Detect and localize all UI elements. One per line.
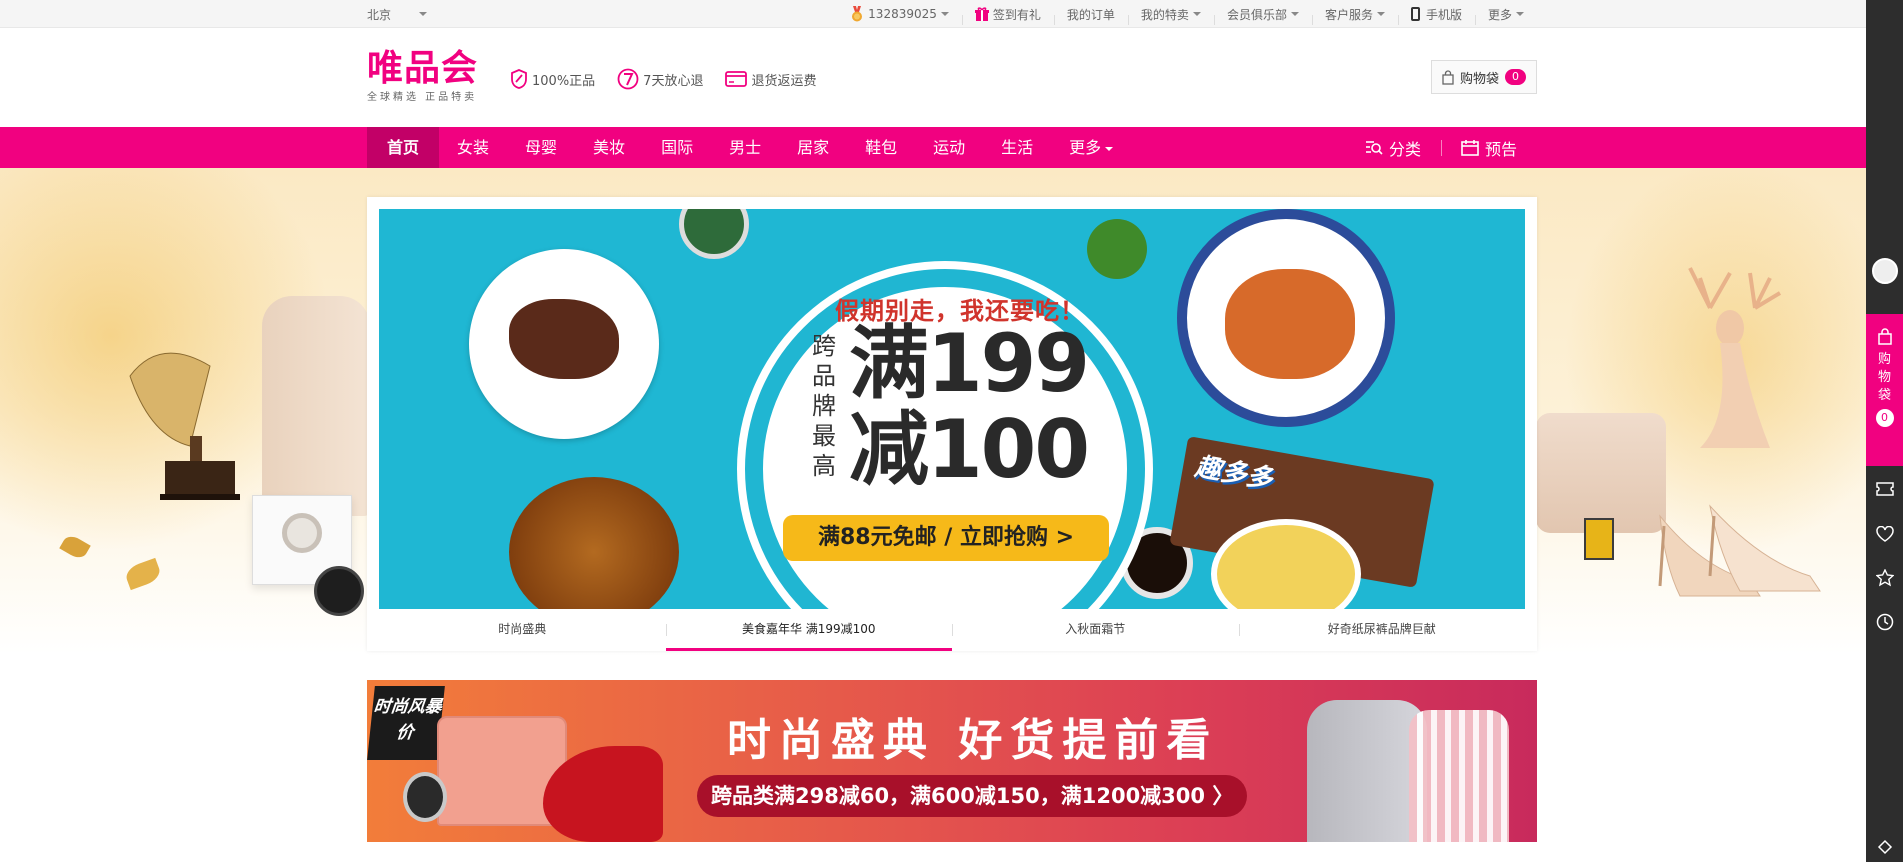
card-icon: [725, 71, 748, 87]
cart-count-badge: 0: [1505, 69, 1526, 85]
more-link[interactable]: 更多: [1474, 6, 1537, 25]
fashion-banner[interactable]: 时尚风暴价 时尚盛典 好货提前看 跨品类满298减60，满600减150，满12…: [367, 680, 1537, 842]
preview-button[interactable]: 预告: [1440, 136, 1537, 160]
mobile-version-link[interactable]: 手机版: [1397, 6, 1475, 25]
crab-image: [1225, 269, 1355, 379]
sidebar-cart-count: 0: [1875, 409, 1894, 427]
nav-item-sports[interactable]: 运动: [915, 127, 983, 168]
my-orders-link[interactable]: 我的订单: [1053, 6, 1128, 25]
sidebar-cart-button[interactable]: 购物袋 0: [1866, 314, 1903, 466]
carousel-tab[interactable]: 入秋面霜节: [952, 609, 1239, 651]
shopping-bag-label: 购物袋: [1459, 71, 1499, 87]
steak-image: [509, 299, 619, 379]
nav-item-men[interactable]: 男士: [711, 127, 779, 168]
badge-7-day-return[interactable]: 7天放心退: [617, 68, 703, 90]
nav-item-baby[interactable]: 母婴: [507, 127, 575, 168]
right-sidebar: 购物袋 0: [1866, 0, 1903, 862]
shopping-bag-icon: [1442, 69, 1454, 85]
watch-image: [403, 772, 447, 822]
hero-banner[interactable]: 趣多多 假期别走，我还要吃！ 跨品牌最高 满199 减100 满88元免邮 / …: [379, 209, 1525, 609]
gramophone-image: [129, 352, 240, 500]
badge-return-shipping[interactable]: 退货返运费: [725, 68, 816, 90]
star-icon[interactable]: [1874, 567, 1896, 589]
broccoli-image: [1087, 219, 1147, 279]
seven-days-icon: [617, 68, 639, 90]
nav-item-women[interactable]: 女装: [439, 127, 507, 168]
chevron-down-icon: [940, 12, 949, 16]
phone-icon: [1410, 7, 1420, 21]
perfume-image: [1584, 518, 1614, 560]
shopping-bag-button[interactable]: 购物袋 0: [1431, 60, 1537, 94]
city-selector[interactable]: 北京: [367, 6, 428, 23]
carousel-tab[interactable]: 美食嘉年华 满199减100: [665, 609, 953, 651]
chevron-down-icon: [1105, 146, 1114, 151]
banner-cta-button[interactable]: 满88元免邮 / 立即抢购 >: [783, 515, 1109, 561]
banner-line-1: 满199: [849, 317, 1090, 410]
banner-line-2: 减100: [849, 403, 1090, 496]
nav-item-home[interactable]: 首页: [367, 127, 440, 168]
city-label: 北京: [367, 7, 392, 22]
carousel-tab[interactable]: 时尚盛典: [379, 609, 666, 651]
site-logo[interactable]: 唯品会 全球精选 正品特卖: [367, 48, 478, 103]
medal-icon: [852, 6, 863, 22]
category-search-icon: [1365, 140, 1383, 155]
my-sales-link[interactable]: 我的特卖: [1127, 6, 1214, 25]
chevron-down-icon: [1192, 12, 1201, 16]
cognac-bottle-image: [509, 477, 679, 609]
chevron-down-icon: [1290, 12, 1299, 16]
logo-slogan: 全球精选 正品特卖: [367, 92, 478, 103]
avatar[interactable]: [1872, 258, 1898, 284]
snack-brand-label: 趣多多: [1192, 452, 1275, 496]
carousel-tabs: 时尚盛典 美食嘉年华 满199减100 入秋面霜节 好奇纸尿裤品牌巨献: [379, 609, 1525, 651]
nav-item-beauty[interactable]: 美妆: [575, 127, 643, 168]
ticket-icon[interactable]: [1874, 478, 1896, 500]
compact-image: [314, 566, 364, 616]
chevron-down-icon: [1376, 12, 1385, 16]
chevron-down-icon: [1516, 12, 1524, 16]
customer-service-link[interactable]: 客户服务: [1311, 6, 1398, 25]
nav-item-international[interactable]: 国际: [643, 127, 711, 168]
chevron-down-icon: [419, 12, 428, 16]
site-header: 唯品会 全球精选 正品特卖 100%正品 7天放心退 退货返运费 购物袋 0: [0, 28, 1866, 127]
nav-item-home-living[interactable]: 居家: [779, 127, 847, 168]
shield-icon: [511, 69, 527, 89]
watch-image: [282, 513, 322, 553]
heart-icon[interactable]: [1874, 523, 1896, 545]
badge-genuine[interactable]: 100%正品: [510, 68, 595, 90]
nav-item-more[interactable]: 更多: [1051, 127, 1131, 168]
carousel-tab[interactable]: 好奇纸尿裤品牌巨献: [1238, 609, 1526, 651]
fashion-banner-title: 时尚盛典 好货提前看: [727, 715, 1219, 766]
gift-icon: [974, 7, 989, 21]
history-icon[interactable]: [1874, 611, 1896, 633]
checkin-gift-link[interactable]: 签到有礼: [961, 6, 1054, 25]
hero-carousel: 趣多多 假期别走，我还要吃！ 跨品牌最高 满199 减100 满88元免邮 / …: [367, 197, 1537, 651]
top-bar: 北京 132839025 签到有礼 我的订单 我的特卖 会员俱乐部 客户服务 手…: [0, 0, 1866, 28]
sidebar-cart-label: 购物袋: [1877, 352, 1891, 403]
category-button[interactable]: 分类: [1345, 136, 1441, 160]
logo-text: 唯品会: [367, 48, 479, 89]
shopping-bag-icon: [1877, 328, 1892, 345]
banner-vertical-text: 跨品牌最高: [812, 332, 836, 480]
deer-image: [1688, 267, 1782, 448]
fashion-price-tag: 时尚风暴价: [367, 686, 445, 760]
calendar-icon: [1461, 139, 1479, 156]
salad-bowl-image: [679, 209, 749, 259]
heels-image: [1658, 504, 1821, 597]
fashion-banner-promo: 跨品类满298减60，满600减150，满1200减300 〉: [697, 775, 1247, 817]
nav-item-life[interactable]: 生活: [983, 127, 1051, 168]
coat-image: [262, 296, 370, 516]
main-nav: 首页 女装 母婴 美妆 国际 男士 居家 鞋包 运动 生活 更多 分类 预告: [0, 127, 1866, 168]
member-club-link[interactable]: 会员俱乐部: [1213, 6, 1312, 25]
plaid-shirt-image: [1409, 710, 1509, 842]
nav-item-shoes-bags[interactable]: 鞋包: [847, 127, 915, 168]
user-account-link[interactable]: 132839025: [837, 6, 962, 22]
collapse-icon[interactable]: [1874, 836, 1896, 858]
